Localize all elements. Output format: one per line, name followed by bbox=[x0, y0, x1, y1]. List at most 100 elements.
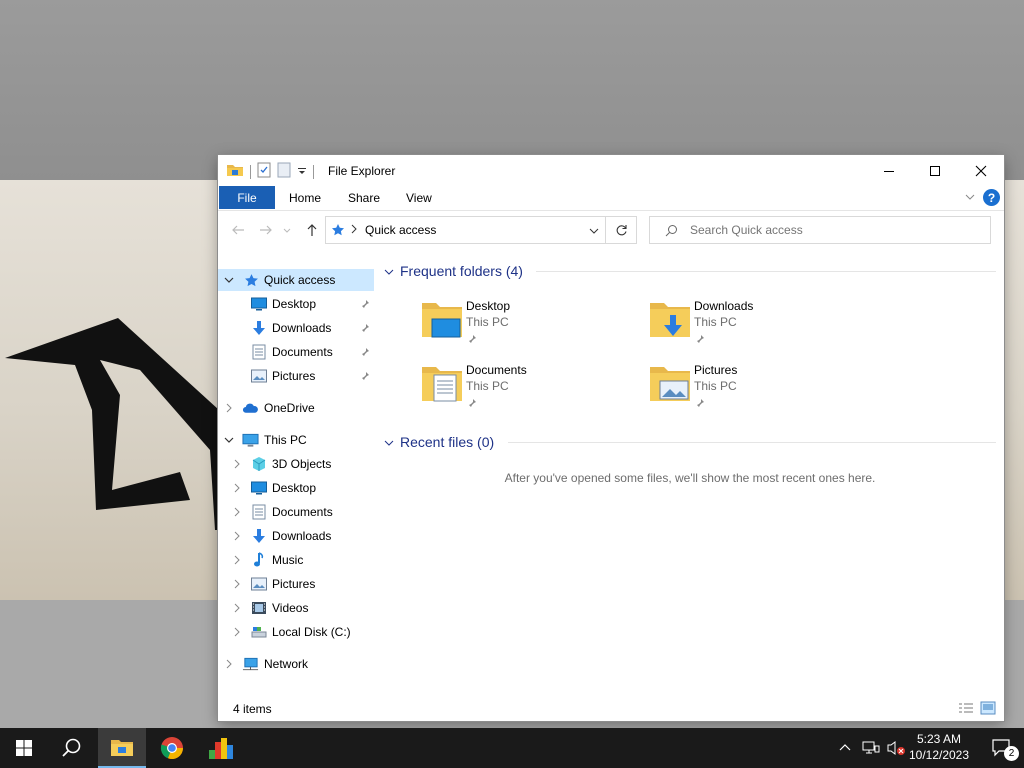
chevron-right-icon[interactable] bbox=[224, 659, 234, 669]
pictures-folder-icon bbox=[650, 367, 690, 401]
large-icons-view-icon[interactable] bbox=[980, 701, 996, 718]
pin-icon bbox=[467, 397, 477, 411]
nav-network[interactable]: Network bbox=[218, 653, 374, 675]
properties-icon[interactable] bbox=[257, 162, 271, 181]
pictures-icon bbox=[250, 368, 267, 385]
chevron-down-icon[interactable] bbox=[224, 275, 234, 285]
pin-icon bbox=[360, 370, 370, 384]
close-button[interactable] bbox=[958, 155, 1004, 186]
downloads-folder-icon bbox=[650, 303, 690, 337]
taskbar-file-explorer[interactable] bbox=[98, 728, 146, 768]
nav-this-pc[interactable]: This PC bbox=[218, 429, 374, 451]
system-clock[interactable]: 5:23 AM 10/12/2023 bbox=[900, 731, 978, 763]
expand-ribbon-icon[interactable] bbox=[964, 191, 976, 206]
up-arrow-icon bbox=[307, 224, 317, 236]
drive-icon bbox=[250, 624, 267, 641]
show-hidden-icons-chevron-icon[interactable] bbox=[838, 740, 852, 757]
recent-locations-button[interactable] bbox=[282, 221, 292, 239]
documents-icon bbox=[250, 344, 267, 361]
file-explorer-icon bbox=[111, 740, 133, 756]
pictures-icon bbox=[250, 576, 267, 593]
chevron-right-icon[interactable] bbox=[224, 403, 234, 413]
navigation-pane: Quick access Desktop Downloads Documents… bbox=[218, 264, 378, 684]
clock-time: 5:23 AM bbox=[916, 732, 962, 746]
network-icon bbox=[242, 656, 259, 673]
tab-view[interactable]: View bbox=[406, 191, 432, 205]
chrome-icon bbox=[160, 737, 184, 760]
taskbar-chrome[interactable] bbox=[148, 728, 196, 768]
tab-home[interactable]: Home bbox=[289, 191, 321, 205]
tab-file[interactable]: File bbox=[219, 186, 275, 209]
title-bar[interactable]: File Explorer bbox=[218, 155, 1004, 186]
nav-quick-pictures[interactable]: Pictures bbox=[218, 365, 374, 387]
nav-pc-pictures[interactable]: Pictures bbox=[218, 573, 374, 595]
search-button[interactable] bbox=[48, 728, 96, 768]
search-input[interactable] bbox=[688, 222, 982, 238]
refresh-icon bbox=[616, 224, 627, 235]
pin-icon bbox=[360, 298, 370, 312]
folder-tile-pictures[interactable]: Pictures This PC bbox=[648, 361, 868, 417]
refresh-button[interactable] bbox=[606, 216, 637, 244]
nav-quick-documents[interactable]: Documents bbox=[218, 341, 374, 363]
tab-share[interactable]: Share bbox=[348, 191, 380, 205]
nav-pc-desktop[interactable]: Desktop bbox=[218, 477, 374, 499]
quick-access-star-icon bbox=[331, 223, 345, 240]
maximize-button[interactable] bbox=[912, 155, 958, 186]
pin-icon bbox=[360, 346, 370, 360]
action-center-button[interactable]: 2 bbox=[980, 728, 1024, 768]
network-status-icon[interactable] bbox=[862, 740, 880, 759]
chevron-right-icon[interactable] bbox=[232, 555, 242, 565]
nav-quick-access[interactable]: Quick access bbox=[218, 269, 374, 291]
back-button[interactable] bbox=[229, 221, 247, 239]
help-button[interactable]: ? bbox=[983, 189, 1000, 206]
recent-files-header[interactable]: Recent files (0) bbox=[384, 432, 996, 452]
breadcrumb-chevron-icon[interactable] bbox=[350, 223, 358, 238]
nav-pc-documents[interactable]: Documents bbox=[218, 501, 374, 523]
music-note-icon bbox=[250, 552, 267, 569]
desktop-folder-icon bbox=[422, 303, 462, 338]
up-button[interactable] bbox=[303, 221, 321, 239]
details-view-icon[interactable] bbox=[958, 702, 974, 719]
chevron-right-icon[interactable] bbox=[232, 603, 242, 613]
new-folder-icon[interactable] bbox=[277, 162, 291, 181]
chevron-down-icon bbox=[384, 266, 394, 280]
customize-toolbar-icon[interactable] bbox=[297, 165, 307, 179]
nav-3d-objects[interactable]: 3D Objects bbox=[218, 453, 374, 475]
search-box[interactable] bbox=[649, 216, 991, 244]
chevron-right-icon[interactable] bbox=[232, 507, 242, 517]
start-button[interactable] bbox=[0, 728, 48, 768]
chevron-right-icon[interactable] bbox=[232, 627, 242, 637]
desktop-icon bbox=[250, 296, 267, 313]
frequent-folders-header[interactable]: Frequent folders (4) bbox=[384, 261, 996, 281]
folder-tile-documents[interactable]: Documents This PC bbox=[420, 361, 640, 417]
desktop-icon bbox=[250, 480, 267, 497]
nav-onedrive[interactable]: OneDrive bbox=[218, 397, 374, 419]
pin-icon bbox=[360, 322, 370, 336]
chevron-right-icon[interactable] bbox=[232, 459, 242, 469]
nav-quick-downloads[interactable]: Downloads bbox=[218, 317, 374, 339]
chevron-right-icon[interactable] bbox=[232, 531, 242, 541]
documents-icon bbox=[250, 504, 267, 521]
file-explorer-window: File Explorer File Home Share View ? Qui… bbox=[218, 155, 1004, 721]
address-dropdown-icon[interactable] bbox=[589, 225, 599, 239]
nav-pc-local-disk[interactable]: Local Disk (C:) bbox=[218, 621, 374, 643]
back-arrow-icon bbox=[232, 225, 244, 235]
chevron-right-icon[interactable] bbox=[232, 483, 242, 493]
chevron-down-icon[interactable] bbox=[224, 435, 234, 445]
forward-button[interactable] bbox=[257, 221, 275, 239]
chevron-right-icon[interactable] bbox=[232, 579, 242, 589]
nav-pc-videos[interactable]: Videos bbox=[218, 597, 374, 619]
address-bar[interactable]: Quick access bbox=[325, 216, 606, 244]
minimize-button[interactable] bbox=[866, 155, 912, 186]
folder-tile-desktop[interactable]: Desktop This PC bbox=[420, 297, 640, 353]
nav-pc-downloads[interactable]: Downloads bbox=[218, 525, 374, 547]
nav-quick-desktop[interactable]: Desktop bbox=[218, 293, 374, 315]
onedrive-cloud-icon bbox=[242, 400, 259, 417]
pin-icon bbox=[695, 397, 705, 411]
nav-pc-music[interactable]: Music bbox=[218, 549, 374, 571]
notification-count-badge: 2 bbox=[1004, 746, 1019, 761]
taskbar-app[interactable] bbox=[197, 728, 245, 768]
address-path[interactable]: Quick access bbox=[365, 223, 436, 237]
pin-icon bbox=[467, 333, 477, 347]
folder-tile-downloads[interactable]: Downloads This PC bbox=[648, 297, 868, 353]
